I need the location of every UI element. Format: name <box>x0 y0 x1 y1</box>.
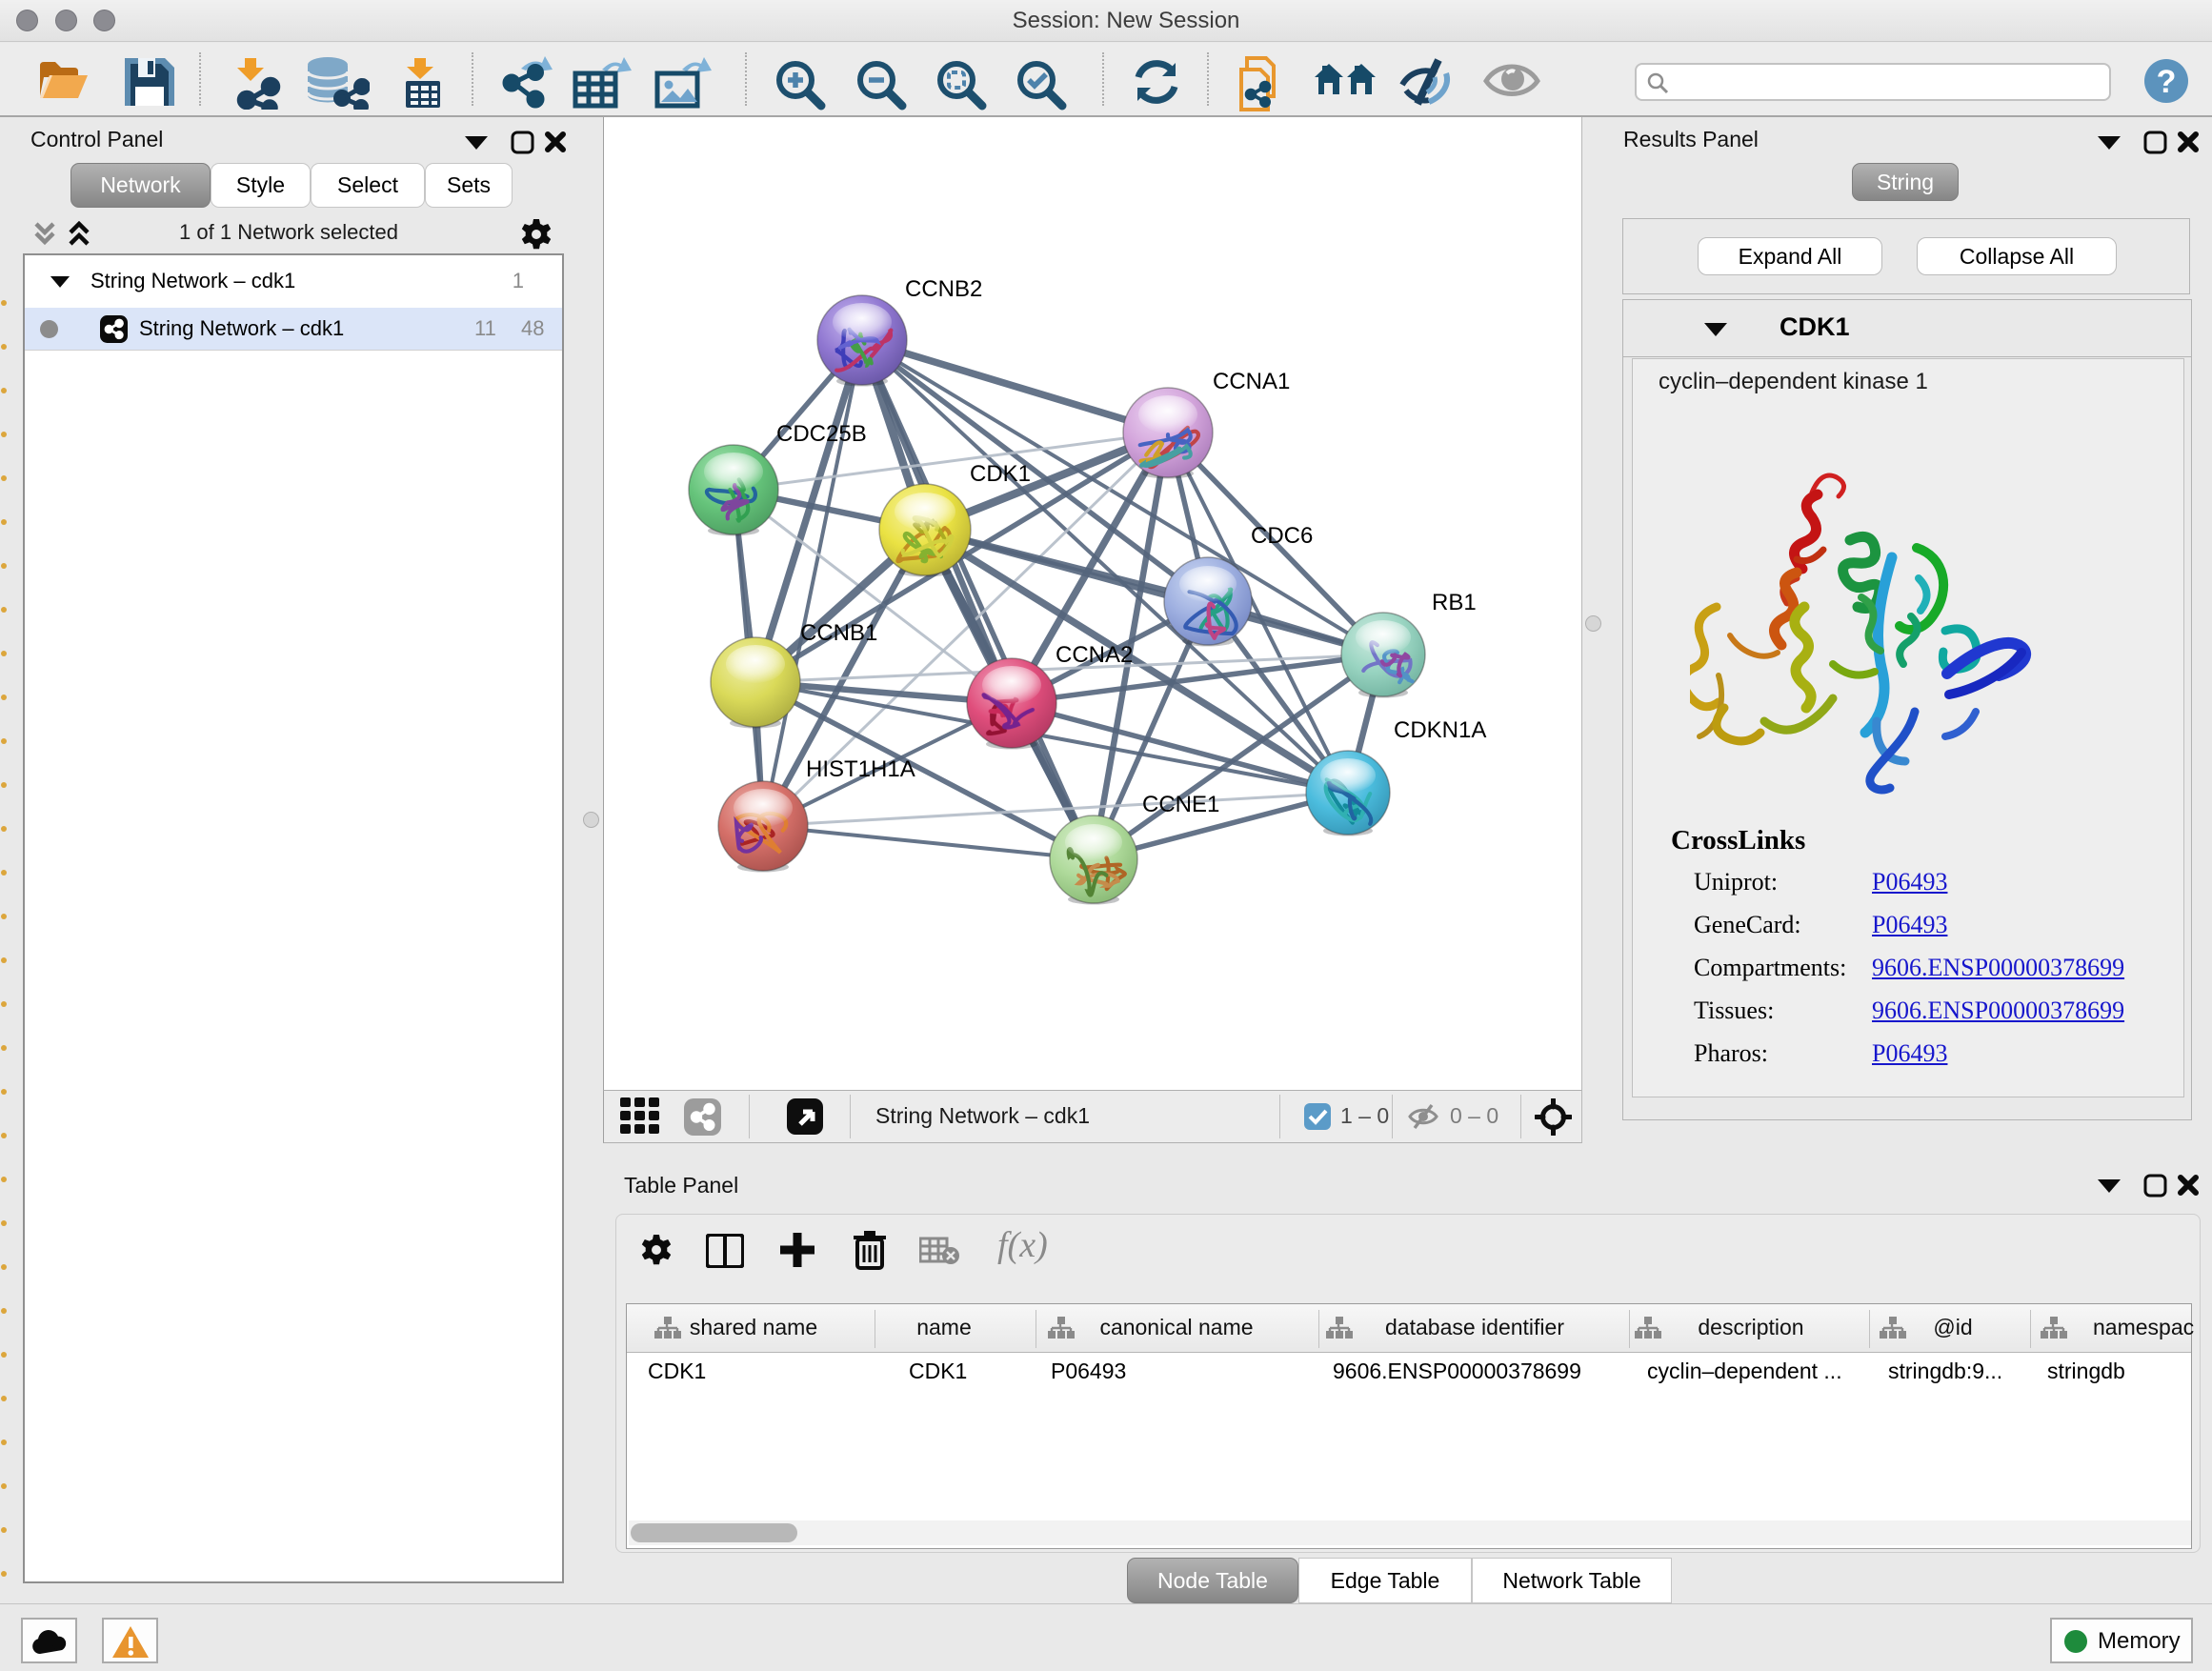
svg-text:CCNE1: CCNE1 <box>1142 792 1219 817</box>
svg-text:CDC6: CDC6 <box>1251 523 1313 549</box>
svg-text:CCNA2: CCNA2 <box>1056 642 1133 668</box>
svg-text:CCNB2: CCNB2 <box>905 276 982 302</box>
svg-text:CCNB1: CCNB1 <box>800 620 877 646</box>
svg-text:RB1: RB1 <box>1432 590 1477 615</box>
svg-text:HIST1H1A: HIST1H1A <box>806 756 915 782</box>
svg-text:CDKN1A: CDKN1A <box>1394 717 1486 743</box>
svg-text:CCNA1: CCNA1 <box>1213 369 1290 394</box>
svg-text:?: ? <box>2157 64 2177 100</box>
svg-text:CDK1: CDK1 <box>970 461 1031 487</box>
svg-text:CDC25B: CDC25B <box>776 421 867 447</box>
